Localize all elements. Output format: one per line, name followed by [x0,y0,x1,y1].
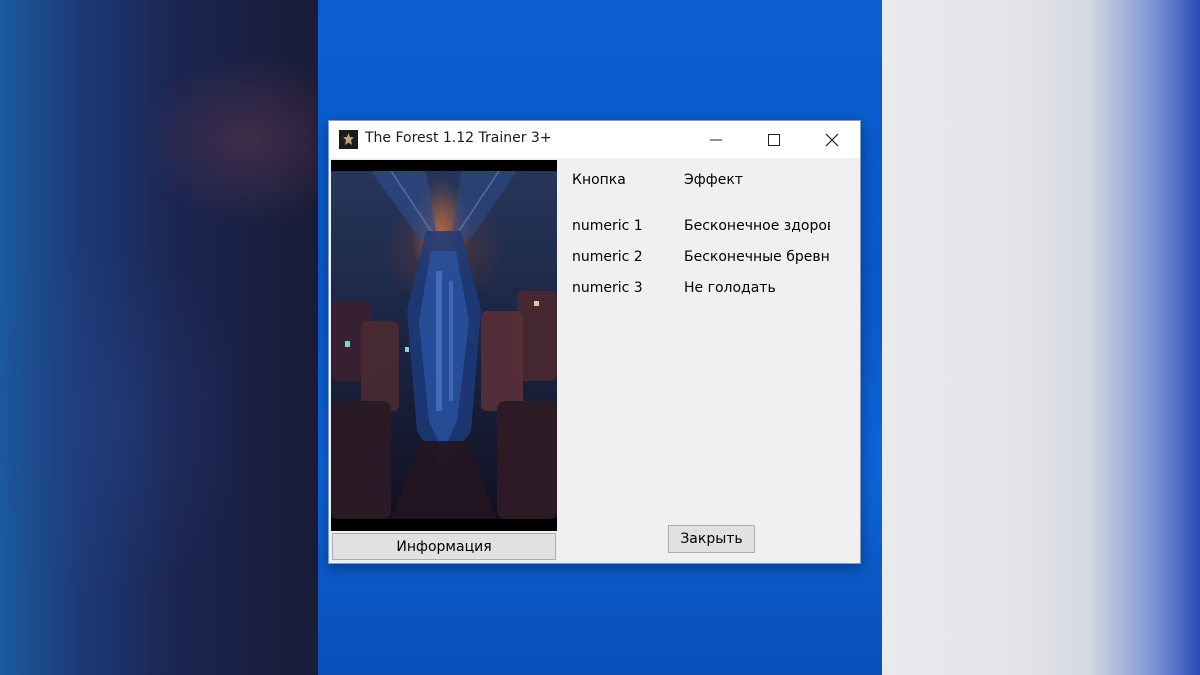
title-bar[interactable]: The Forest 1.12 Trainer 3+ [329,121,860,158]
close-button[interactable]: Закрыть [668,525,755,553]
header-key: Кнопка [572,172,626,188]
trainer-window: The Forest 1.12 Trainer 3+ Информация Кн… [328,120,861,564]
hotkey-row: numeric 1 Бесконечное здоровье [572,218,832,238]
hotkey-key: numeric 3 [572,280,643,296]
window-title: The Forest 1.12 Trainer 3+ [365,130,552,146]
close-window-button[interactable] [803,121,861,158]
close-icon [825,133,839,146]
minimize-button[interactable] [687,121,745,158]
game-artwork [331,160,557,531]
background-blur-right [882,0,1200,675]
hotkey-row: numeric 2 Бесконечные бревна [572,249,832,269]
hotkey-row: numeric 3 Не голодать [572,280,832,300]
minimize-icon [710,139,722,140]
game-scene-image [331,170,557,519]
hotkey-key: numeric 2 [572,249,643,265]
maximize-icon [768,133,780,146]
hotkey-effect: Бесконечные бревна [684,249,830,265]
background-blur-left [0,0,318,675]
hotkeys-table: Кнопка Эффект numeric 1 Бесконечное здор… [572,172,832,311]
hotkey-key: numeric 1 [572,218,643,234]
info-button[interactable]: Информация [332,533,556,560]
hotkey-effect: Не голодать [684,280,776,296]
maximize-button[interactable] [745,121,803,158]
app-icon [339,130,358,149]
hotkeys-header: Кнопка Эффект [572,172,832,192]
hotkey-effect: Бесконечное здоровье [684,218,830,234]
header-effect: Эффект [684,172,743,188]
